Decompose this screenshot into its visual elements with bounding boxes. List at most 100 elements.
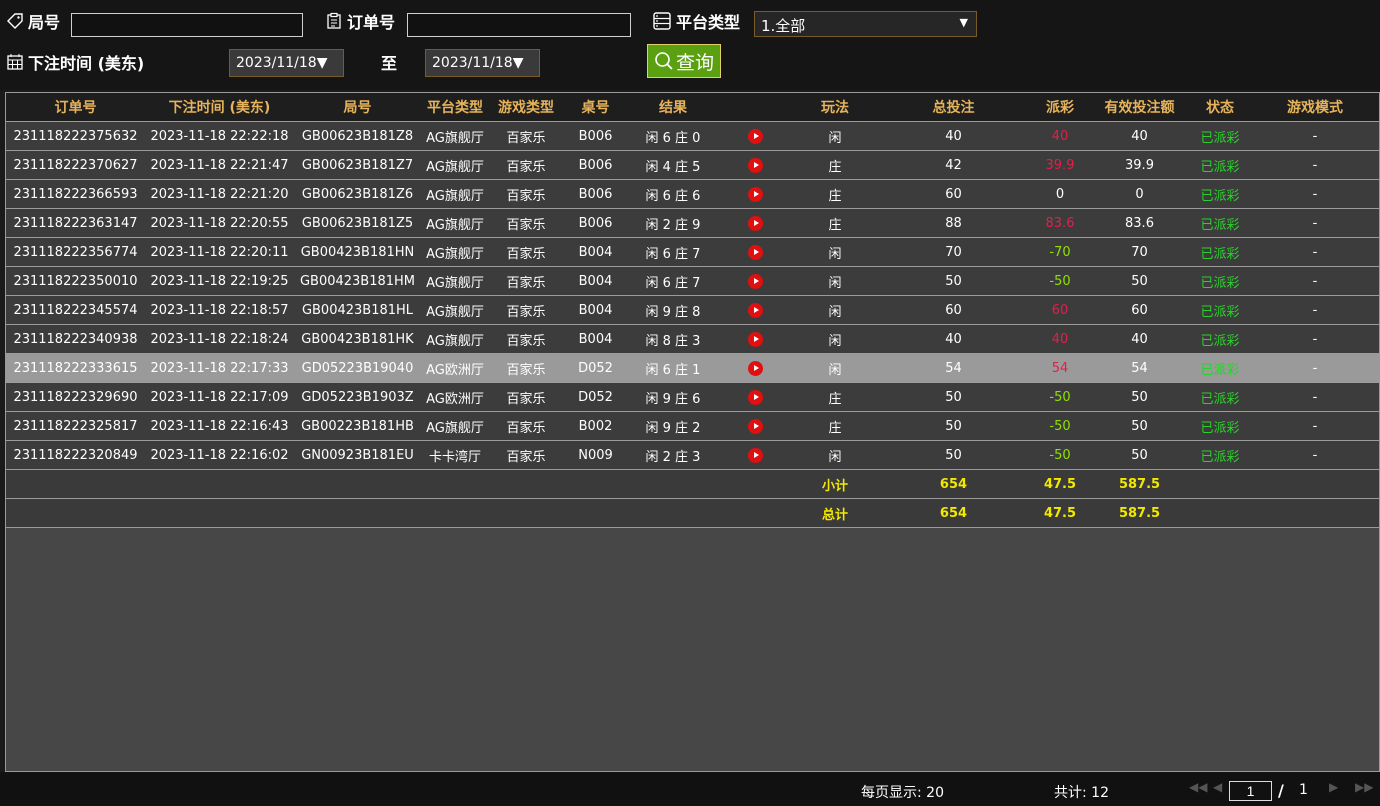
date-to-picker[interactable]: 2023/11/18▼ [425,49,540,77]
col-header-valid-bet[interactable]: 有效投注额 [1090,93,1189,122]
col-header-status[interactable]: 状态 [1189,93,1251,122]
play-video-icon[interactable] [748,389,763,405]
cell-valid-bet: 0 [1090,179,1189,209]
cell-result: 闲 4 庄 5 [628,150,718,180]
date-from-picker[interactable]: 2023/11/18▼ [229,49,344,77]
table-row[interactable]: 231118222325817 2023-11-18 22:16:43 GB0022… [6,411,1379,441]
table-row[interactable]: 231118222333615 2023-11-18 22:17:33 GD0522… [6,353,1379,383]
prev-page-icon[interactable]: ◀ [1213,780,1222,794]
play-video-icon[interactable] [748,331,763,347]
play-video-icon[interactable] [748,447,763,463]
query-button[interactable]: 查询 [647,44,721,78]
table-row[interactable]: 231118222340938 2023-11-18 22:18:24 GB0042… [6,324,1379,354]
cell-round: GB00623B181Z6 [294,179,421,209]
col-header-table-no[interactable]: 桌号 [563,93,628,122]
cell-bet-time: 2023-11-18 22:22:18 [145,121,294,151]
cell-round: GB00423B181HM [294,266,421,296]
col-header-result[interactable]: 结果 [628,93,718,122]
play-video-icon[interactable] [748,215,763,231]
cell-play: 闲 [793,295,877,325]
col-header-play[interactable]: 玩法 [793,93,877,122]
table-row[interactable]: 231118222366593 2023-11-18 22:21:20 GB0062… [6,179,1379,209]
col-header-platform[interactable]: 平台类型 [421,93,489,122]
filter-bar: 局号 订单号 平台类型 1.全部 ▼ 下注时间 (美东) 2023/11/18▼… [0,0,1380,90]
page-total: 1 [1299,782,1308,798]
table-row[interactable]: 231118222370627 2023-11-18 22:21:47 GB0062… [6,150,1379,180]
cell-round: GD05223B1903Z [294,382,421,412]
col-header-round[interactable]: 局号 [294,93,421,122]
pagination-bar: 每页显示: 20 共计: 12 ◀◀ ◀ / 1 ▶ ▶▶ [0,772,1380,806]
cell-round: GB00423B181HL [294,295,421,325]
play-video-icon[interactable] [748,244,763,260]
cell-result: 闲 6 庄 0 [628,121,718,151]
cell-game-mode: - [1251,324,1379,354]
subtotal-label: 小计 [793,469,877,499]
total-spacer [6,498,793,528]
next-page-icon[interactable]: ▶ [1329,780,1338,794]
cell-status: 已派彩 [1189,440,1251,470]
col-header-game-type[interactable]: 游戏类型 [489,93,563,122]
last-page-icon[interactable]: ▶▶ [1355,780,1373,794]
cell-game-mode: - [1251,382,1379,412]
col-header-bet-time[interactable]: 下注时间 (美东) [145,93,294,122]
col-header-total-bet[interactable]: 总投注 [877,93,1030,122]
cell-order: 231118222325817 [6,411,145,441]
page-size-text[interactable]: 每页显示: 20 [861,782,944,802]
table-row[interactable]: 231118222363147 2023-11-18 22:20:55 GB0062… [6,208,1379,238]
cell-play: 庄 [793,411,877,441]
cell-result: 闲 9 庄 2 [628,411,718,441]
cell-order: 231118222375632 [6,121,145,151]
table-row[interactable]: 231118222375632 2023-11-18 22:22:18 GB0062… [6,121,1379,151]
play-video-icon[interactable] [748,186,763,202]
cell-replay [718,324,793,354]
round-input[interactable] [71,13,303,37]
order-input[interactable] [407,13,631,37]
play-video-icon[interactable] [748,302,763,318]
calendar-icon [7,54,23,70]
cell-bet-time: 2023-11-18 22:17:33 [145,353,294,383]
order-label: 订单号 [325,9,395,33]
cell-bet-time: 2023-11-18 22:16:02 [145,440,294,470]
table-row[interactable]: 231118222356774 2023-11-18 22:20:11 GB0042… [6,237,1379,267]
play-video-icon[interactable] [748,128,763,144]
subtotal-valid: 587.5 [1090,469,1189,499]
cell-bet-time: 2023-11-18 22:19:25 [145,266,294,296]
cell-play: 闲 [793,237,877,267]
cell-table-no: B004 [563,237,628,267]
subtotal-spacer [6,469,793,499]
table-row[interactable]: 231118222329690 2023-11-18 22:17:09 GD0522… [6,382,1379,412]
cell-game-mode: - [1251,121,1379,151]
platform-label: 平台类型 [652,9,740,33]
cell-replay [718,295,793,325]
cell-valid-bet: 83.6 [1090,208,1189,238]
play-video-icon[interactable] [748,418,763,434]
page-number-input[interactable] [1229,781,1272,801]
play-video-icon[interactable] [748,157,763,173]
table-row[interactable]: 231118222345574 2023-11-18 22:18:57 GB0042… [6,295,1379,325]
cell-status: 已派彩 [1189,150,1251,180]
cell-bet-time: 2023-11-18 22:20:11 [145,237,294,267]
col-header-order[interactable]: 订单号 [6,93,145,122]
first-page-icon[interactable]: ◀◀ [1189,780,1207,794]
col-header-game-mode[interactable]: 游戏模式 [1251,93,1379,122]
table-row[interactable]: 231118222350010 2023-11-18 22:19:25 GB0042… [6,266,1379,296]
cell-play: 闲 [793,324,877,354]
cell-total-bet: 54 [877,353,1030,383]
play-video-icon[interactable] [748,360,763,376]
cell-table-no: B004 [563,266,628,296]
table-row[interactable]: 231118222320849 2023-11-18 22:16:02 GN0092… [6,440,1379,470]
play-video-icon[interactable] [748,273,763,289]
cell-order: 231118222333615 [6,353,145,383]
col-header-payout[interactable]: 派彩 [1030,93,1090,122]
platform-select[interactable]: 1.全部 ▼ [754,11,977,37]
cell-play: 闲 [793,121,877,151]
cell-valid-bet: 54 [1090,353,1189,383]
cell-game-type: 百家乐 [489,382,563,412]
caret-down-icon: ▼ [959,16,968,29]
cell-valid-bet: 50 [1090,411,1189,441]
cell-table-no: B006 [563,208,628,238]
order-label-text: 订单号 [347,13,396,32]
cell-platform: AG旗舰厅 [421,324,489,354]
cell-bet-time: 2023-11-18 22:21:20 [145,179,294,209]
cell-bet-time: 2023-11-18 22:17:09 [145,382,294,412]
